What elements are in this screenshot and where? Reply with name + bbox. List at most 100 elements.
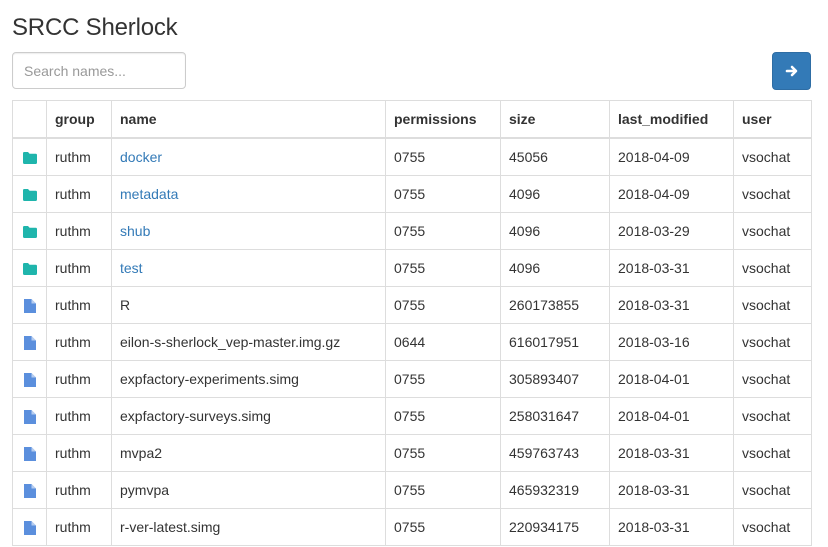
cell-user: vsochat [733,508,812,546]
cell-user: vsochat [733,360,812,398]
cell-permissions: 0755 [385,286,501,324]
submit-button[interactable] [772,52,811,90]
cell-user: vsochat [733,137,812,176]
file-name: eilon-s-sherlock_vep-master.img.gz [120,334,341,350]
cell-last-modified: 2018-03-16 [609,323,734,361]
cell-permissions: 0644 [385,323,501,361]
column-header-name[interactable]: name [111,100,386,139]
cell-user: vsochat [733,175,812,213]
column-header-size[interactable]: size [500,100,610,139]
file-name: R [120,297,131,313]
cell-size: 616017951 [500,323,610,361]
cell-size: 305893407 [500,360,610,398]
cell-user: vsochat [733,323,812,361]
table-row[interactable]: ruthm r-ver-latest.simg 0755 220934175 2018-… [12,508,812,546]
cell-last-modified: 2018-03-31 [609,286,734,324]
cell-permissions: 0755 [385,175,501,213]
cell-last-modified: 2018-03-31 [609,249,734,287]
table-row[interactable]: ruthm shub 0755 4096 2018-03-29 vsochat [12,212,812,250]
cell-group: ruthm [46,286,112,324]
cell-name: expfactory-surveys.simg [111,397,386,435]
row-icon-cell [12,434,47,472]
cell-group: ruthm [46,360,112,398]
cell-group: ruthm [46,508,112,546]
cell-last-modified: 2018-03-31 [609,471,734,509]
table-row[interactable]: ruthm eilon-s-sherlock_vep-master.img.gz 0… [12,323,812,361]
row-icon-cell [12,175,47,213]
cell-name: pymvpa [111,471,386,509]
cell-last-modified: 2018-03-31 [609,434,734,472]
cell-group: ruthm [46,212,112,250]
cell-name: eilon-s-sherlock_vep-master.img.gz [111,323,386,361]
cell-size: 260173855 [500,286,610,324]
table-row[interactable]: ruthm metadata 0755 4096 2018-04-09 vsochat [12,175,812,213]
table-row[interactable]: ruthm docker 0755 45056 2018-04-09 vsochat [12,137,812,176]
cell-size: 45056 [500,137,610,176]
file-icon [23,484,36,499]
cell-user: vsochat [733,434,812,472]
cell-group: ruthm [46,323,112,361]
table-header-row: group name permissions size last_modifie… [12,100,812,139]
cell-size: 4096 [500,249,610,287]
cell-last-modified: 2018-04-09 [609,137,734,176]
file-icon [23,336,36,351]
row-icon-cell [12,137,47,176]
table-row[interactable]: ruthm R 0755 260173855 2018-03-31 vsochat [12,286,812,324]
table-row[interactable]: ruthm expfactory-experiments.simg 0755 3058… [12,360,812,398]
cell-user: vsochat [733,212,812,250]
cell-user: vsochat [733,286,812,324]
column-header-permissions[interactable]: permissions [385,100,501,139]
column-header-last-modified[interactable]: last_modified [609,100,734,139]
column-header-icon [12,100,47,139]
row-icon-cell [12,397,47,435]
file-name: mvpa2 [120,445,163,461]
row-icon-cell [12,249,47,287]
cell-name: r-ver-latest.simg [111,508,386,546]
table-row[interactable]: ruthm test 0755 4096 2018-03-31 vsochat [12,249,812,287]
cell-permissions: 0755 [385,397,501,435]
cell-last-modified: 2018-04-01 [609,397,734,435]
cell-size: 465932319 [500,471,610,509]
file-icon [23,410,36,425]
cell-size: 4096 [500,212,610,250]
page-title: SRCC Sherlock [12,14,178,41]
cell-size: 258031647 [500,397,610,435]
row-icon-cell [12,323,47,361]
table-row[interactable]: ruthm mvpa2 0755 459763743 2018-03-31 vsochat [12,434,812,472]
search-input[interactable] [12,52,186,89]
cell-name: shub [111,212,386,250]
arrow-right-icon [785,64,799,78]
cell-last-modified: 2018-04-01 [609,360,734,398]
cell-name: metadata [111,175,386,213]
row-icon-cell [12,286,47,324]
file-name: r-ver-latest.simg [120,519,221,535]
cell-user: vsochat [733,471,812,509]
cell-name: docker [111,137,386,176]
file-name: pymvpa [120,482,170,498]
cell-permissions: 0755 [385,360,501,398]
cell-name: mvpa2 [111,434,386,472]
folder-link[interactable]: metadata [120,186,178,202]
cell-permissions: 0755 [385,434,501,472]
cell-group: ruthm [46,397,112,435]
cell-group: ruthm [46,249,112,287]
folder-link[interactable]: test [120,260,143,276]
cell-last-modified: 2018-03-29 [609,212,734,250]
column-header-group[interactable]: group [46,100,112,139]
file-name: expfactory-surveys.simg [120,408,271,424]
folder-link[interactable]: shub [120,223,150,239]
cell-last-modified: 2018-04-09 [609,175,734,213]
folder-link[interactable]: docker [120,149,162,165]
column-header-user[interactable]: user [733,100,812,139]
table-row[interactable]: ruthm expfactory-surveys.simg 0755 25803164… [12,397,812,435]
row-icon-cell [12,508,47,546]
row-icon-cell [12,212,47,250]
cell-size: 459763743 [500,434,610,472]
table-row[interactable]: ruthm pymvpa 0755 465932319 2018-03-31 vsocha… [12,471,812,509]
cell-permissions: 0755 [385,471,501,509]
cell-group: ruthm [46,137,112,176]
cell-size: 4096 [500,175,610,213]
cell-name: test [111,249,386,287]
cell-group: ruthm [46,175,112,213]
cell-group: ruthm [46,471,112,509]
